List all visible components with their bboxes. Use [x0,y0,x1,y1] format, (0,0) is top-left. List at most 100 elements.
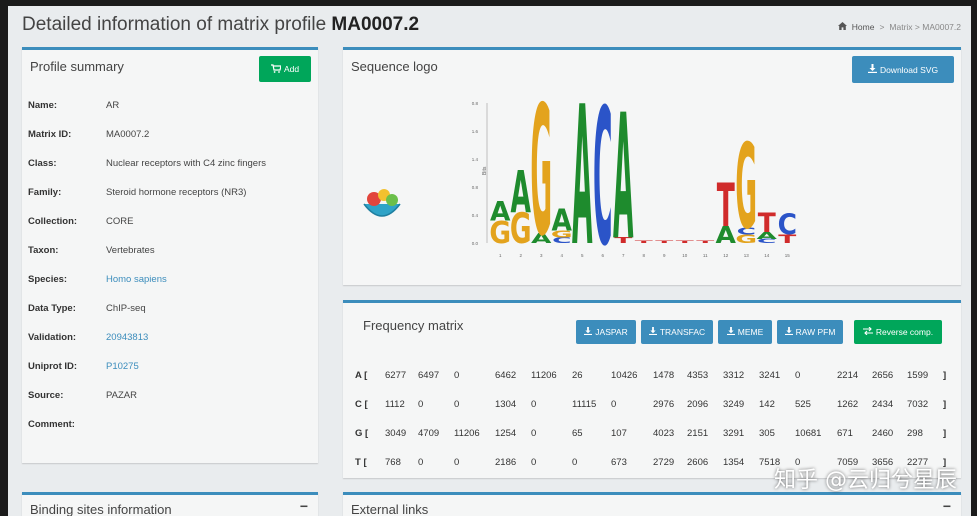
field-label: Comment: [28,419,75,430]
logo-letter: A [572,98,592,268]
field-label: Collection: [28,216,78,227]
page-title-id: MA0007.2 [331,14,420,35]
matrix-download-button[interactable]: MEME [718,320,772,344]
watermark-text: 知乎 @云归兮星辰 [774,468,957,493]
matrix-cell: 1262 [837,399,859,410]
reverse-complement-button[interactable]: Reverse comp. [854,320,942,344]
matrix-download-button[interactable]: TRANSFAC [641,320,713,344]
matrix-row-close: ] [943,370,947,381]
matrix-cell: 4353 [687,370,709,381]
matrix-row: G [3049 4709 11206 1254 0 65 107 4023 2151 3291 30… [355,428,955,442]
matrix-row: C [1112 0 0 1304 0 11115 0 2976 2096 3249 142 525 12… [355,399,955,413]
x-tick-label: 12 [723,253,729,258]
home-icon [837,22,847,32]
logo-letter: G [530,98,552,268]
matrix-cell: 298 [907,428,923,439]
binding-sites-title: Binding sites information [30,502,172,516]
field-value-link[interactable]: 20943813 [106,332,148,343]
binding-sites-panel: Binding sites information − [22,492,318,516]
x-tick-label: 14 [764,253,770,258]
cart-icon [270,63,282,75]
matrix-cell: 6277 [385,370,407,381]
logo-letter: C [593,98,612,268]
matrix-cell: 671 [837,428,853,439]
matrix-row: A [6277 6497 0 6462 11206 26 10426 1478 4353 3312… [355,370,955,384]
field-label: Name: [28,100,58,111]
matrix-cell: 0 [611,399,617,410]
matrix-cell: 0 [572,457,578,468]
summary-field: Validation: 20943813 [28,332,148,343]
matrix-cell: 673 [611,457,627,468]
breadcrumb-home-link[interactable]: Home [852,22,875,32]
matrix-cell: 1304 [495,399,517,410]
matrix-cell: 2214 [837,370,859,381]
page-title: Detailed information of matrix profile M… [22,14,419,36]
field-value-link[interactable]: P10275 [106,361,139,372]
matrix-cell: 10426 [611,370,638,381]
matrix-cell: 6462 [495,370,517,381]
field-label: Data Type: [28,303,76,314]
summary-field: Source: PAZAR [28,390,137,401]
download-svg-button[interactable]: Download SVG [852,56,954,83]
x-tick-label: 9 [663,253,666,258]
field-label: Source: [28,390,64,401]
matrix-cell: 305 [759,428,775,439]
matrix-cell: 0 [454,399,460,410]
field-value: Steroid hormone receptors (NR3) [106,187,247,198]
matrix-cell: 1478 [653,370,675,381]
add-button-label: Add [283,64,300,74]
matrix-row-close: ] [943,428,947,439]
matrix-row-base: T [ [355,457,367,468]
matrix-cell: 11206 [531,370,557,381]
logo-letter: A [613,98,633,268]
x-tick-label: 8 [642,253,645,258]
y-tick-label: 0.8 [472,101,479,106]
field-value: CORE [106,216,134,227]
matrix-cell: 3249 [723,399,745,410]
reverse-complement-label: Reverse comp. [875,327,934,337]
y-tick-label: 0.8 [472,185,479,190]
logo-letter: G [735,119,757,256]
matrix-download-button[interactable]: JASPAR [576,320,636,344]
x-tick-label: 13 [744,253,750,258]
collapse-button[interactable]: − [300,498,308,514]
matrix-cell: 3049 [385,428,407,439]
matrix-cell: 0 [454,370,460,381]
matrix-cell: 3312 [723,370,745,381]
page-title-prefix: Detailed information of matrix profile [22,14,332,35]
y-axis-label: Bits [482,166,488,175]
matrix-cell: 768 [385,457,401,468]
summary-field: Class: Nuclear receptors with C4 zinc fin… [28,158,266,169]
matrix-download-label: RAW PFM [795,327,836,337]
matrix-row-base: C [ [355,399,368,410]
download-icon [726,327,735,337]
field-value-link[interactable]: Homo sapiens [106,274,167,285]
matrix-cell: 2434 [872,399,894,410]
matrix-cell: 2096 [687,399,709,410]
logo-letter: T [635,240,653,244]
matrix-row-close: ] [943,399,947,410]
matrix-cell: 4023 [653,428,675,439]
matrix-cell: 2151 [687,428,709,439]
collapse-button[interactable]: − [943,498,951,514]
matrix-row-base: A [ [355,370,368,381]
matrix-cell: 26 [572,370,583,381]
matrix-cell: 0 [531,457,537,468]
field-label: Taxon: [28,245,59,256]
x-tick-label: 4 [560,253,563,258]
jaspar-logo-icon [361,184,403,231]
add-button[interactable]: Add [259,56,311,82]
matrix-cell: 1254 [495,428,517,439]
matrix-cell: 3291 [723,428,745,439]
breadcrumb-current: Matrix > MA0007.2 [889,22,961,32]
matrix-cell: 4709 [418,428,440,439]
matrix-cell: 2656 [872,370,894,381]
summary-field: Data Type: ChIP-seq [28,303,146,314]
matrix-download-label: TRANSFAC [659,327,706,337]
sequence-logo-chart: 0.81.61.40.80.40.0BitsGA1GA2AG3CGA4 A5 C6T… [472,98,797,268]
field-value: MA0007.2 [106,129,150,140]
matrix-cell: 1354 [723,457,745,468]
download-icon [784,327,793,337]
matrix-cell: 107 [611,428,627,439]
matrix-download-button[interactable]: RAW PFM [777,320,843,344]
